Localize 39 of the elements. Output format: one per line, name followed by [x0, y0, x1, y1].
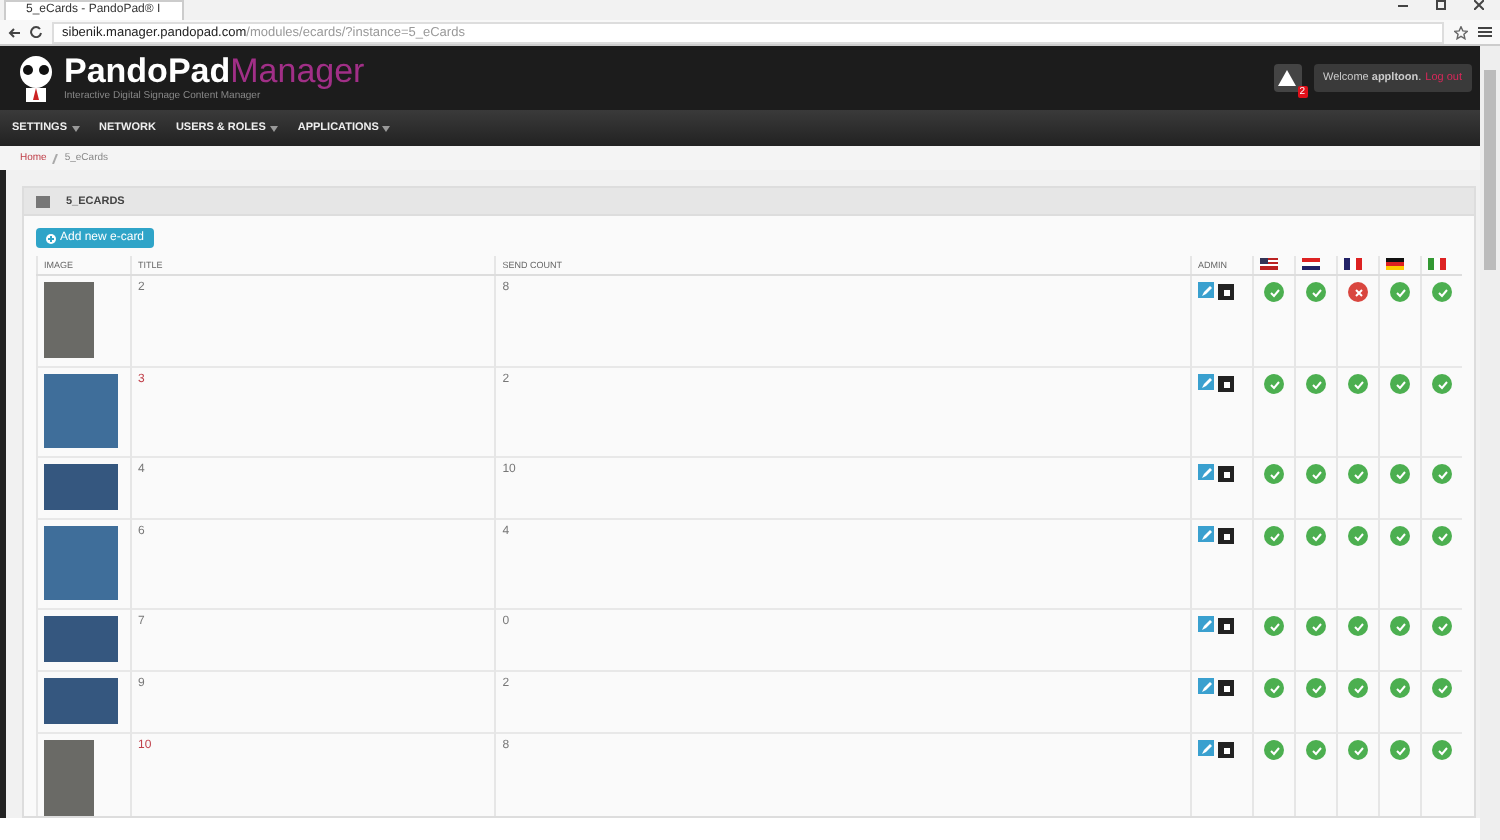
delete-button[interactable]: [1218, 284, 1234, 300]
delete-button[interactable]: [1218, 466, 1234, 482]
flag-icon: [1302, 258, 1320, 270]
reload-icon[interactable]: [30, 26, 42, 38]
photo-placeholder: [44, 526, 118, 600]
square-icon: [1223, 381, 1229, 387]
close-icon[interactable]: [1474, 0, 1484, 10]
menu-icon[interactable]: [1478, 26, 1492, 38]
photo-placeholder: [44, 740, 94, 816]
flag-icon: [1386, 258, 1404, 270]
image-icon: [36, 195, 50, 207]
photo-placeholder: [44, 282, 94, 358]
photo-placeholder: [44, 616, 118, 662]
flag-icon: [1344, 258, 1362, 270]
square-icon: [1223, 685, 1229, 691]
photo-placeholder: [44, 374, 118, 448]
delete-button[interactable]: [1218, 618, 1234, 634]
flag-icon: [1428, 258, 1446, 270]
photo-placeholder: [44, 464, 118, 510]
panda-logo-icon: [16, 54, 56, 102]
logo-text: PandoPadManager: [64, 54, 365, 90]
star-icon[interactable]: [1454, 25, 1468, 39]
photo-placeholder: [44, 678, 118, 724]
square-icon: [1223, 289, 1229, 295]
delete-button[interactable]: [1218, 680, 1234, 696]
flag-icon: [1260, 258, 1278, 270]
square-icon: [1223, 623, 1229, 629]
square-icon: [1223, 533, 1229, 539]
back-icon[interactable]: [8, 27, 20, 37]
delete-button[interactable]: [1218, 742, 1234, 758]
plus-icon: [46, 233, 56, 243]
square-icon: [1223, 747, 1229, 753]
restore-icon[interactable]: [1436, 0, 1446, 10]
scrollbar[interactable]: [1480, 46, 1500, 840]
square-icon: [1223, 471, 1229, 477]
breadcrumb-separator-icon: [52, 153, 59, 163]
minimize-icon[interactable]: [1398, 0, 1408, 10]
delete-button[interactable]: [1218, 376, 1234, 392]
delete-button[interactable]: [1218, 528, 1234, 544]
